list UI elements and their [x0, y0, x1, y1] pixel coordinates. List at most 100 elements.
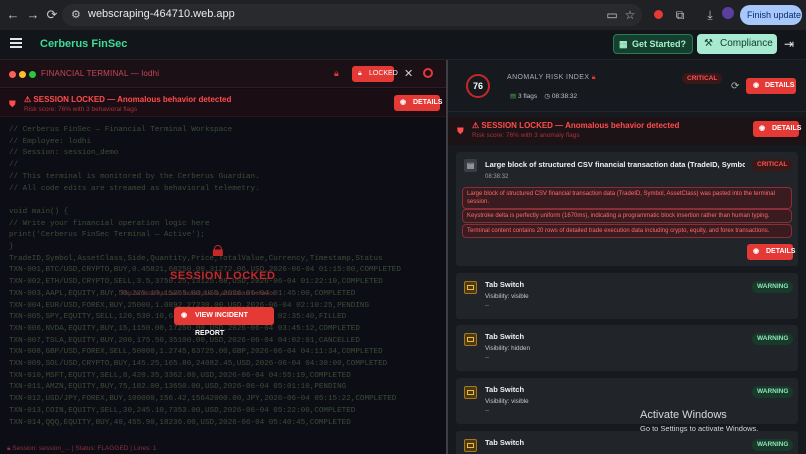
code-line: // Session: session_demo — [9, 149, 119, 158]
flag-icon: ▤ — [510, 93, 517, 100]
warning-badge: WARNING — [752, 439, 794, 451]
event-title: Tab Switch — [485, 280, 525, 289]
banner-subtitle: Risk score: 76% with 3 behavioral flags — [24, 106, 138, 113]
code-line: } — [9, 243, 14, 251]
eye-icon: ◉ — [181, 312, 188, 319]
incident-label: VIEW INCIDENT REPORT — [195, 312, 248, 337]
code-line: TXN-007,TSLA,EQUITY,BUY,200,175.50,35100… — [9, 336, 360, 345]
shield-icon: ⛊ — [457, 126, 464, 136]
maximize-dot-icon[interactable] — [29, 71, 36, 78]
brand-title: Cerberus FinSec — [40, 38, 128, 50]
reload-icon[interactable]: ⟳ — [44, 7, 60, 23]
code-line: // Cerberus FinSec — Financial Terminal … — [9, 126, 233, 134]
eye-icon: ◉ — [400, 99, 407, 106]
forward-icon[interactable]: → — [25, 7, 41, 23]
code-line: TXN-006,NVDA,EQUITY,BUY,15,1150.00,17250… — [9, 324, 360, 333]
terminal-titlebar: FINANCIAL TERMINAL — lodhi 🔒︎ 🔒︎ LOCKED … — [0, 60, 446, 88]
code-line: // This terminal is monitored by the Cer… — [9, 172, 260, 181]
locked-button[interactable]: 🔒︎ LOCKED — [352, 66, 398, 82]
eye-icon: ◉ — [753, 248, 760, 255]
details-label: DETAILS — [766, 248, 796, 255]
refresh-icon[interactable]: ⟳ — [731, 81, 739, 92]
app-header: Cerberus FinSec ▦ Get Started? ▾ ⚒ Compl… — [0, 30, 806, 67]
severity-badge: CRITICAL — [682, 73, 723, 84]
details-button[interactable]: ◉ DETAILS — [746, 78, 796, 94]
get-started-button[interactable]: ▦ Get Started? ▾ — [613, 34, 693, 67]
compliance-button[interactable]: ⚒ Compliance — [697, 34, 777, 54]
flag-line: Large block of structured CSV financial … — [462, 187, 792, 209]
minimize-dot-icon[interactable] — [19, 71, 26, 78]
lock-icon: 🔒︎ — [334, 68, 339, 78]
details-label: DETAILS — [765, 82, 795, 89]
site-info-icon[interactable]: ⚙ — [71, 8, 81, 21]
code-line: TXN-008,GBP/USD,FOREX,SELL,50000,1.2745,… — [9, 348, 383, 357]
menu-icon[interactable] — [10, 38, 22, 48]
details-label: DETAILS — [772, 125, 802, 132]
lock-icon: 🔒︎ — [358, 70, 362, 77]
lock-icon: 🔒︎ — [591, 74, 596, 81]
watermark-line1: Activate Windows — [640, 409, 727, 421]
overlay-subtitle: This terminal has been locked due to ano… — [121, 291, 275, 297]
address-bar[interactable]: ⚙ webscraping-464710.web.app — [62, 4, 642, 26]
risk-time: 08:38:32 — [551, 93, 578, 100]
extension-icon[interactable] — [650, 7, 666, 23]
code-line: // All code edits are streamed as behavi… — [9, 184, 260, 193]
event-visibility: Visibility: visible — [485, 293, 529, 300]
status-line: 🔒︎ Session: session_... | Status: FLAGGE… — [7, 445, 157, 453]
shield-icon: ⛊ — [9, 99, 16, 109]
flag-line: Keystroke delta is perfectly uniform (16… — [462, 209, 792, 223]
event-visibility: Visibility: visible — [485, 398, 529, 405]
event-card[interactable]: Tab Switch Visibility: hidden -- WARNING — [456, 325, 798, 371]
code-line: TXN-013,COIN,EQUITY,SELL,30,245.10,7353.… — [9, 406, 356, 415]
banner-subtitle: Risk score: 76% with 3 anomaly flags — [472, 132, 580, 139]
close-icon[interactable]: ✕ — [404, 67, 413, 80]
details-button[interactable]: ◉ DETAILS — [394, 95, 443, 111]
record-icon[interactable] — [423, 68, 433, 78]
finish-update-button[interactable]: Finish update ⋮ — [740, 5, 802, 40]
risk-meta: ▤ 3 flags ◷ 08:38:32 — [510, 92, 577, 100]
banner-title: ⚠ SESSION LOCKED — Anomalous behavior de… — [472, 121, 680, 130]
activate-windows-watermark: Activate Windows Go to Settings to activ… — [640, 409, 758, 433]
grid-icon: ▦ — [619, 39, 628, 49]
get-started-label: Get Started? — [632, 39, 687, 49]
code-line: TXN-011,AMZN,EQUITY,BUY,75,182.00,13650.… — [9, 383, 347, 392]
tab-icon — [464, 439, 477, 452]
code-line: TXN-014,QQQ,EQUITY,BUY,40,455.90,18236.0… — [9, 418, 351, 427]
code-line: // — [9, 161, 19, 170]
risk-score-gauge: 76 — [466, 74, 490, 98]
finish-update-label: Finish update — [747, 10, 802, 20]
big-lock-icon: 🔒︎ — [212, 236, 224, 261]
event-note: -- — [485, 303, 489, 309]
event-card[interactable]: Tab Switch WARNING — [456, 431, 798, 454]
compliance-label: Compliance — [720, 38, 773, 49]
install-icon[interactable]: ▭ — [604, 7, 620, 23]
eye-icon: ◉ — [753, 82, 760, 89]
browser-toolbar: ← → ⟳ ⚙ webscraping-464710.web.app ▭ ☆ ⧉… — [0, 0, 806, 40]
code-line: TXN-012,USD/JPY,FOREX,BUY,100000,156.42,… — [9, 395, 397, 404]
warning-badge: WARNING — [752, 333, 794, 345]
download-icon[interactable]: ⤓ — [702, 7, 718, 23]
terminal-panel: FINANCIAL TERMINAL — lodhi 🔒︎ 🔒︎ LOCKED … — [0, 60, 446, 454]
logout-icon[interactable]: ⇥ — [784, 37, 794, 51]
details-label: DETAILS — [413, 99, 443, 106]
details-button[interactable]: ◉ DETAILS — [753, 121, 802, 137]
code-line: // Write your financial operation logic … — [9, 219, 210, 228]
code-line: // Employee: lodhi — [9, 137, 92, 146]
view-incident-report-button[interactable]: ◉ VIEW INCIDENT REPORT — [174, 307, 274, 337]
event-title: Tab Switch — [485, 438, 525, 447]
warning-badge: WARNING — [752, 281, 794, 293]
event-card[interactable]: Tab Switch Visibility: visible -- WARNIN… — [456, 273, 798, 319]
url-text: webscraping-464710.web.app — [88, 8, 235, 20]
alert-card[interactable]: ▤ Large block of structured CSV financia… — [456, 152, 798, 266]
session-locked-banner: ⛊ ⚠ SESSION LOCKED — Anomalous behavior … — [0, 89, 446, 117]
puzzle-icon[interactable]: ⧉ — [672, 7, 688, 23]
tab-icon — [464, 281, 477, 294]
severity-badge: CRITICAL — [752, 159, 793, 171]
alert-title: Large block of structured CSV financial … — [485, 160, 745, 169]
profile-avatar-icon[interactable] — [720, 7, 736, 23]
details-button[interactable]: ◉ DETAILS — [747, 244, 796, 260]
bookmark-star-icon[interactable]: ☆ — [622, 7, 638, 23]
event-note: -- — [485, 408, 489, 414]
back-icon[interactable]: ← — [5, 7, 21, 23]
close-dot-icon[interactable] — [9, 71, 16, 78]
